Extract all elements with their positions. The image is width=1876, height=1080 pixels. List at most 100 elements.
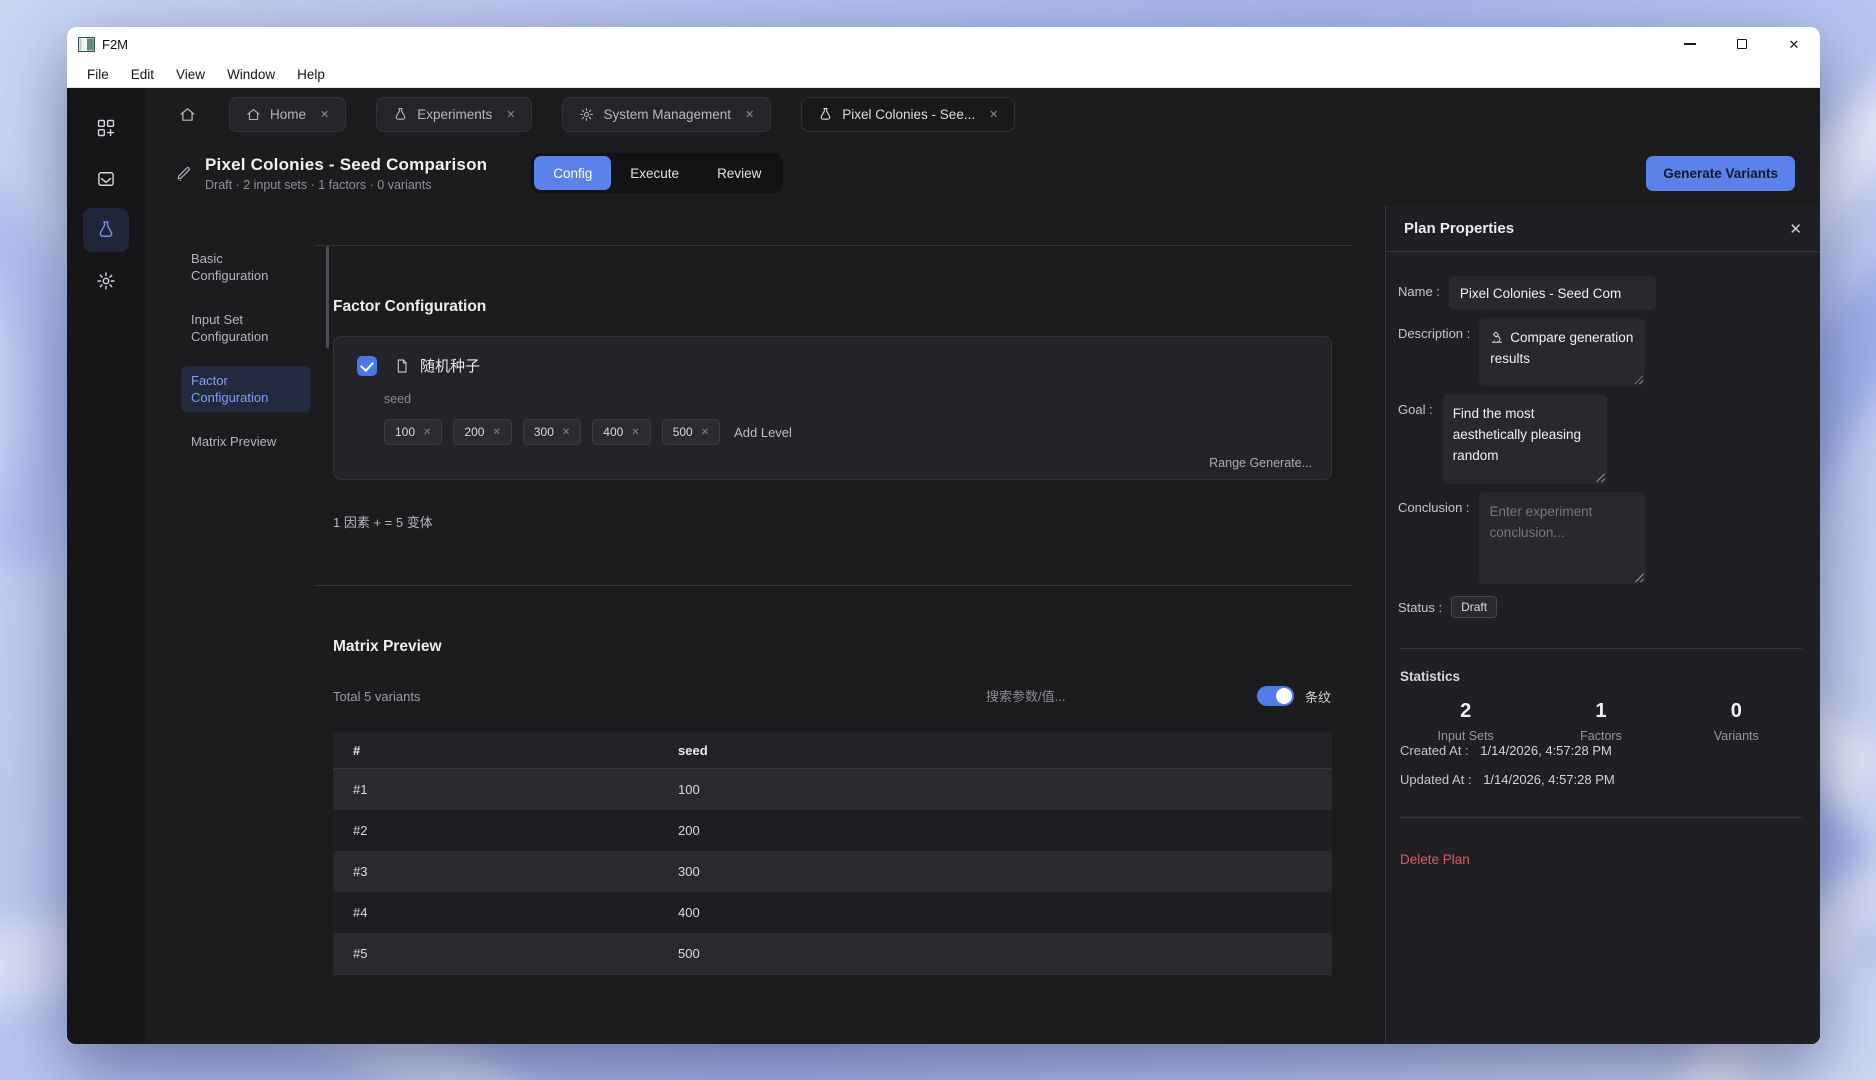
stripe-toggle-label: 条纹: [1305, 687, 1331, 706]
title-bar[interactable]: F2M ✕: [67, 27, 1820, 61]
resize-handle[interactable]: [1634, 375, 1643, 384]
squares-plus-icon: [96, 118, 116, 138]
row-seed: 200: [678, 823, 1332, 838]
subnav-input-set-configuration[interactable]: Input Set Configuration: [181, 305, 311, 351]
row-seed: 300: [678, 864, 1332, 879]
inbox-icon: [96, 169, 116, 189]
tab-close-icon[interactable]: ✕: [989, 108, 998, 121]
tab-label: Pixel Colonies - See...: [842, 107, 975, 122]
divider: [314, 245, 1352, 246]
range-generate-button[interactable]: Range Generate...: [1209, 456, 1312, 470]
mode-config-button[interactable]: Config: [534, 156, 611, 190]
row-index: #3: [333, 864, 678, 879]
table-row[interactable]: #2 200: [333, 810, 1332, 851]
level-value: 200: [464, 425, 484, 439]
panel-header: Plan Properties ✕: [1386, 206, 1820, 252]
maximize-button[interactable]: [1716, 27, 1768, 61]
factor-param-name: seed: [384, 392, 1313, 406]
total-variants-label: Total 5 variants: [333, 689, 420, 704]
tab-system-management[interactable]: System Management ✕: [562, 97, 771, 132]
gear-icon: [96, 271, 116, 291]
page-title: Pixel Colonies - Seed Comparison: [205, 155, 487, 175]
table-row[interactable]: #3 300: [333, 851, 1332, 892]
subnav-matrix-preview[interactable]: Matrix Preview: [181, 427, 311, 456]
level-chip[interactable]: 500✕: [662, 419, 720, 445]
updated-at-label: Updated At :: [1400, 772, 1472, 787]
updated-at-value: 1/14/2026, 4:57:28 PM: [1483, 772, 1615, 787]
level-value: 300: [534, 425, 554, 439]
close-icon[interactable]: ✕: [492, 427, 500, 438]
menu-window[interactable]: Window: [216, 67, 286, 82]
home-icon: [246, 107, 261, 122]
close-icon: ✕: [1789, 38, 1800, 51]
table-row[interactable]: #5 500: [333, 933, 1332, 974]
close-icon[interactable]: ✕: [423, 427, 431, 438]
level-chip[interactable]: 300 ✕: [523, 419, 581, 445]
stat-label: Factors: [1533, 729, 1668, 743]
menu-view[interactable]: View: [165, 67, 216, 82]
panel-title: Plan Properties: [1404, 220, 1514, 237]
subnav-factor-configuration[interactable]: Factor Configuration: [181, 366, 311, 412]
close-button[interactable]: ✕: [1768, 27, 1820, 61]
row-index: #5: [333, 946, 678, 961]
tab-label: Experiments: [417, 107, 492, 122]
document-icon: [394, 358, 410, 374]
close-icon[interactable]: ✕: [631, 427, 639, 438]
generate-variants-button[interactable]: Generate Variants: [1646, 156, 1795, 191]
rail-apps-button[interactable]: [83, 106, 129, 150]
tab-home[interactable]: Home ✕: [229, 97, 346, 132]
level-value: 400: [603, 425, 623, 439]
close-icon[interactable]: ✕: [562, 427, 570, 438]
plan-conclusion-textarea[interactable]: Enter experiment conclusion...: [1479, 492, 1646, 584]
tab-close-icon[interactable]: ✕: [320, 108, 329, 121]
add-level-button[interactable]: Add Level: [734, 425, 792, 440]
level-value: 100: [395, 425, 415, 439]
delete-plan-button[interactable]: Delete Plan: [1400, 852, 1804, 867]
level-chip[interactable]: 100 ✕: [384, 419, 442, 445]
close-icon[interactable]: ✕: [701, 427, 709, 438]
tab-close-icon[interactable]: ✕: [745, 108, 754, 121]
minimize-button[interactable]: [1664, 27, 1716, 61]
scrollbar-thumb[interactable]: [326, 246, 329, 348]
matrix-preview-heading: Matrix Preview: [333, 638, 1385, 656]
statistics-heading: Statistics: [1400, 669, 1804, 684]
search-input[interactable]: [986, 689, 1241, 704]
mode-execute-button[interactable]: Execute: [611, 156, 698, 190]
table-row[interactable]: #4 400: [333, 892, 1332, 933]
rail-experiments-button[interactable]: [83, 208, 129, 252]
menu-bar: File Edit View Window Help: [67, 61, 1820, 88]
factor-checkbox[interactable]: [357, 356, 377, 376]
tab-label: Home: [270, 107, 306, 122]
level-chip[interactable]: 400 ✕: [592, 419, 650, 445]
tab-experiments[interactable]: Experiments ✕: [376, 97, 532, 132]
rail-inbox-button[interactable]: [83, 157, 129, 201]
created-at-row: Created At : 1/14/2026, 4:57:28 PM: [1400, 743, 1804, 758]
menu-edit[interactable]: Edit: [120, 67, 165, 82]
rail-settings-button[interactable]: [83, 259, 129, 303]
page-header: Pixel Colonies - Seed Comparison Draft ·…: [145, 140, 1820, 206]
home-button[interactable]: [169, 96, 205, 132]
subnav-basic-configuration[interactable]: Basic Configuration: [181, 244, 311, 290]
statistics-row: 2 Input Sets 1 Factors 0 Variants: [1398, 700, 1804, 743]
resize-handle[interactable]: [1635, 573, 1644, 582]
status-badge: Draft: [1451, 596, 1497, 618]
row-seed: 400: [678, 905, 1332, 920]
plan-goal-textarea[interactable]: Find the most aesthetically pleasing ran…: [1442, 394, 1607, 484]
plan-name-input[interactable]: [1449, 276, 1656, 310]
level-chip[interactable]: 200 ✕: [453, 419, 511, 445]
stripe-toggle[interactable]: [1257, 686, 1294, 706]
table-row[interactable]: #1 100: [333, 769, 1332, 810]
status-label: Status :: [1398, 592, 1442, 615]
close-icon[interactable]: ✕: [1789, 220, 1802, 238]
goal-text: Find the most aesthetically pleasing ran…: [1453, 406, 1581, 463]
resize-handle[interactable]: [1596, 473, 1605, 482]
plan-description-textarea[interactable]: Compare generation results: [1479, 318, 1645, 386]
row-seed: 500: [678, 946, 1332, 961]
mode-review-button[interactable]: Review: [698, 156, 780, 190]
tab-close-icon[interactable]: ✕: [506, 108, 515, 121]
menu-help[interactable]: Help: [286, 67, 336, 82]
pencil-icon[interactable]: [175, 165, 192, 182]
menu-file[interactable]: File: [76, 67, 120, 82]
tab-pixel-colonies[interactable]: Pixel Colonies - See... ✕: [801, 97, 1015, 132]
stat-variants: 0 Variants: [1669, 700, 1804, 743]
